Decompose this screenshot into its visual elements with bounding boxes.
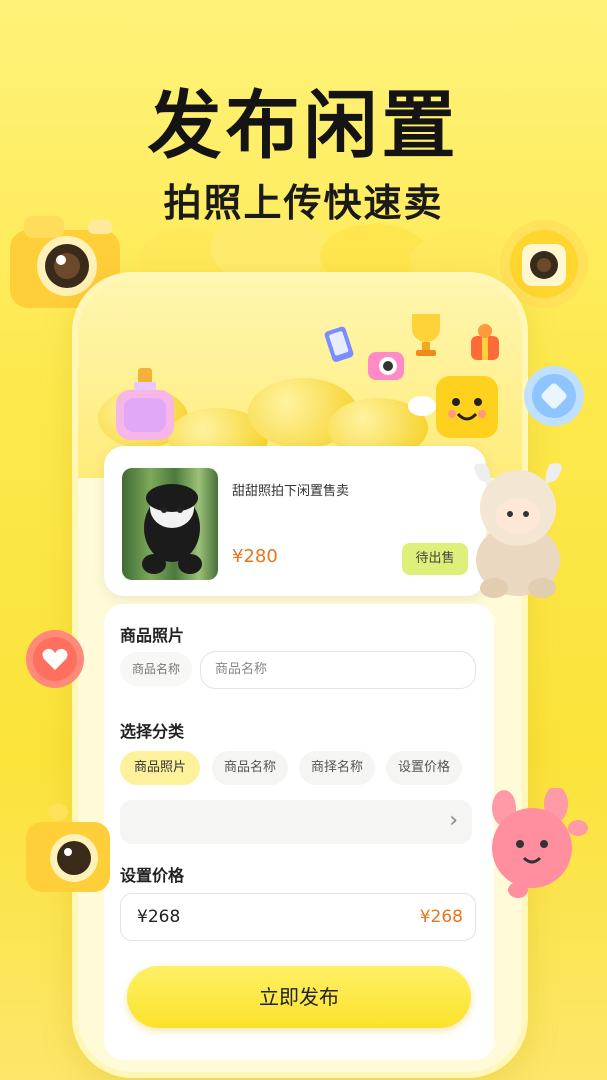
price-input[interactable]: ¥268 ¥268	[120, 893, 476, 941]
camera-icon	[22, 802, 114, 896]
plush-toy-icon	[456, 450, 580, 600]
blue-badge-icon	[522, 364, 586, 428]
chevron-right-icon: ›	[449, 808, 458, 833]
category-chip[interactable]: 商品名称	[212, 751, 288, 785]
gift-icon	[468, 322, 502, 362]
price-value: ¥268	[137, 907, 181, 927]
photo-section-label: 商品照片	[120, 626, 185, 645]
category-select-row[interactable]: ›	[120, 800, 472, 844]
heart-icon	[24, 628, 86, 690]
product-title: 甜甜照拍下闲置售卖	[232, 484, 350, 499]
price-preview: ¥268	[419, 907, 463, 927]
perfume-icon	[110, 366, 180, 444]
category-section-label: 选择分类	[120, 722, 185, 741]
hero-title: 发布闲置	[147, 83, 460, 169]
product-price: ¥280	[232, 546, 278, 567]
phone-icon	[324, 326, 356, 362]
product-thumbnail	[122, 468, 218, 580]
price-section-label: 设置价格	[120, 866, 185, 885]
pink-creature-icon	[478, 786, 588, 900]
camera-sticker-icon	[366, 346, 406, 382]
app-screen: { "hero": { "title": "发布闲置", "subtitle":…	[0, 0, 607, 1080]
category-chip[interactable]: 商择名称	[299, 751, 375, 785]
category-chip[interactable]: 设置价格	[386, 751, 462, 785]
publish-button[interactable]: 立即发布	[127, 966, 471, 1028]
product-name-input[interactable]: 商品名称	[200, 651, 476, 689]
smiley-block-icon	[408, 374, 504, 444]
product-card[interactable]: 甜甜照拍下闲置售卖 ¥280 待出售	[104, 446, 486, 596]
category-chip[interactable]: 商品照片	[120, 751, 200, 785]
photo-name-chip[interactable]: 商品名称	[120, 652, 192, 686]
trophy-icon	[404, 308, 448, 358]
